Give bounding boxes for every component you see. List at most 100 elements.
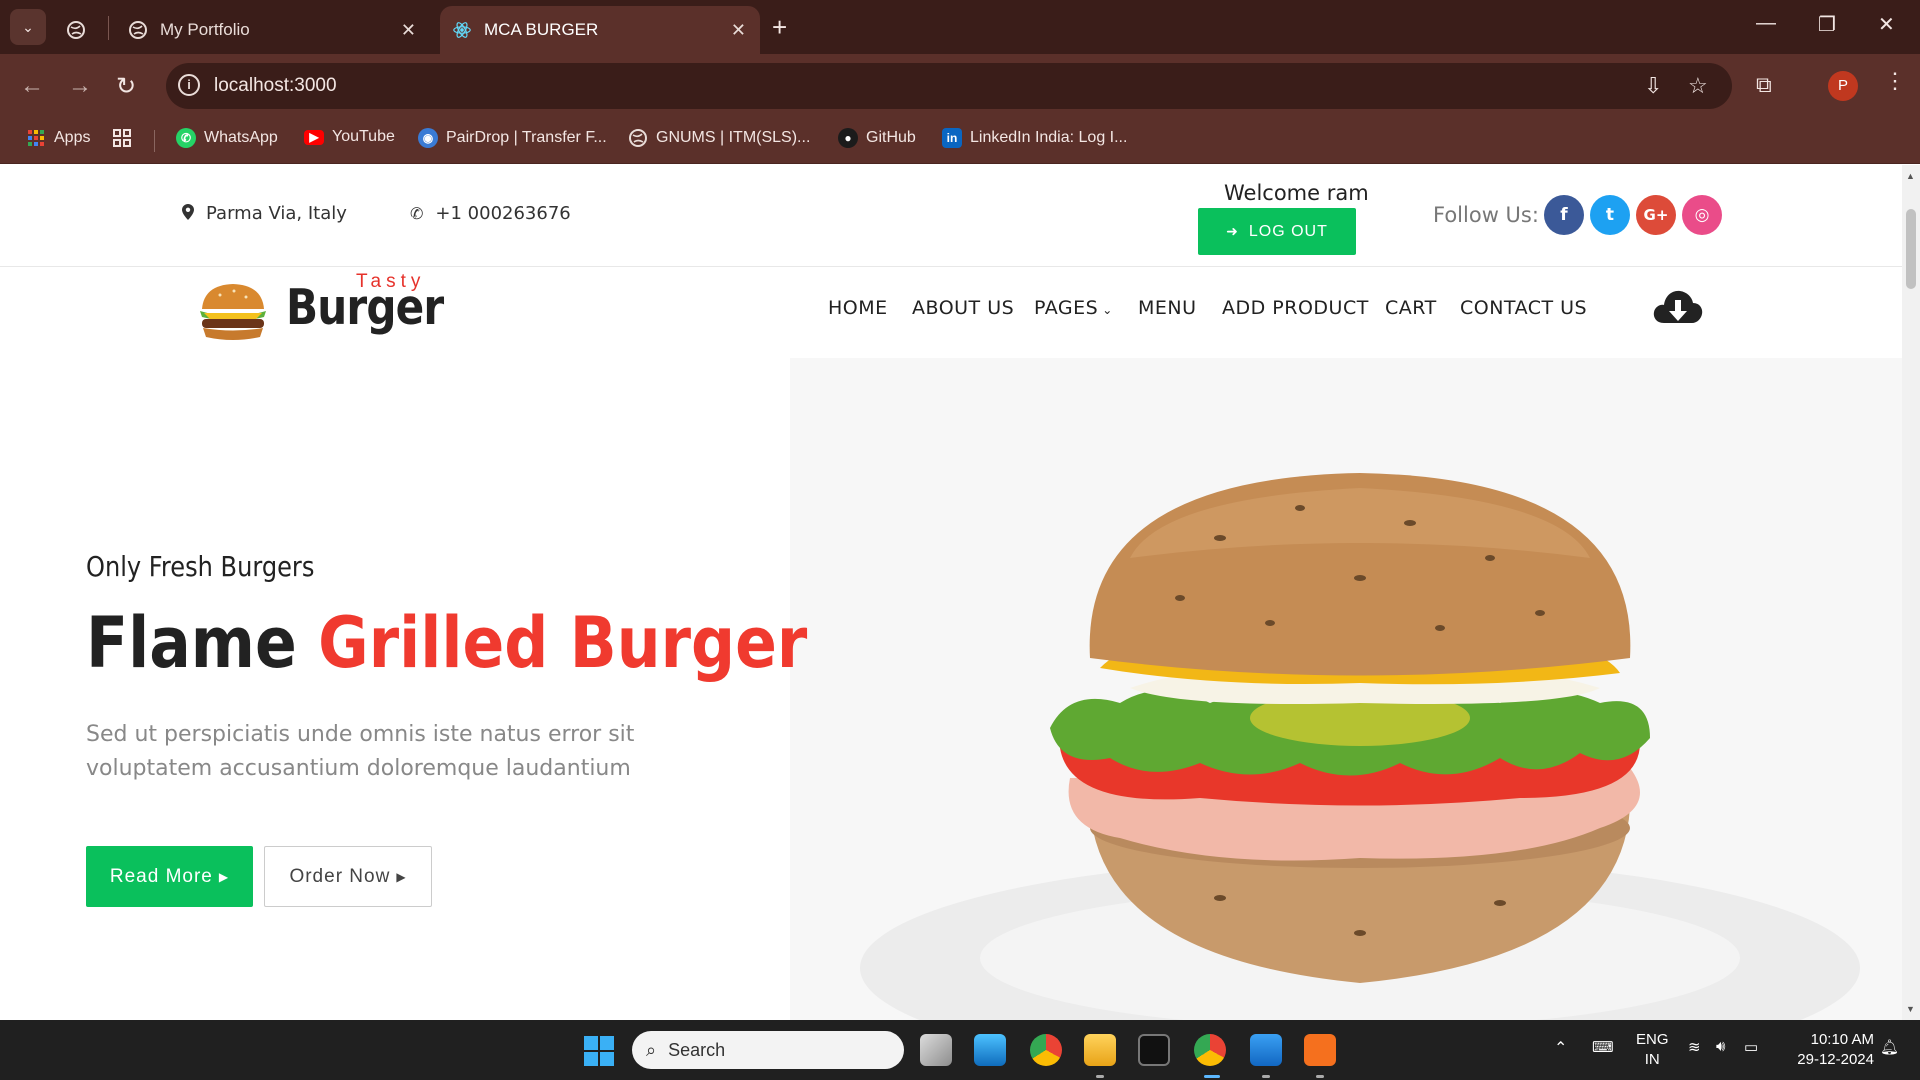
region-code: IN xyxy=(1644,1051,1660,1068)
install-app-icon[interactable]: ⇩ xyxy=(1644,73,1662,99)
forward-arrow-icon[interactable]: → xyxy=(68,72,92,100)
clock-date: 29-12-2024 xyxy=(1797,1051,1874,1068)
taskbar-search[interactable]: ⌕ Search xyxy=(632,1031,904,1069)
order-now-button[interactable]: Order Now ▶ xyxy=(264,846,432,907)
hero-subtitle: Only Fresh Burgers xyxy=(86,550,315,583)
nav-pages[interactable]: PAGES ⌄ xyxy=(1034,297,1113,319)
file-explorer-icon[interactable] xyxy=(1084,1034,1116,1066)
wifi-icon[interactable]: ≋ xyxy=(1688,1038,1701,1056)
bookmark-label: WhatsApp xyxy=(204,129,278,146)
chrome-profile-icon[interactable] xyxy=(1194,1034,1226,1066)
running-indicator xyxy=(1096,1075,1104,1078)
google-plus-icon[interactable]: G+ xyxy=(1636,195,1676,235)
nav-cart[interactable]: CART xyxy=(1385,297,1437,319)
bookmark-pairdrop[interactable]: ◉ PairDrop | Transfer F... xyxy=(418,128,607,148)
main-header: Tasty Burger HOME ABOUT US PAGES ⌄ MENU A… xyxy=(0,267,1902,347)
close-icon[interactable]: ✕ xyxy=(731,20,746,41)
desktop-icon[interactable] xyxy=(974,1034,1006,1066)
windows-start-icon[interactable] xyxy=(584,1036,614,1066)
terminal-icon[interactable] xyxy=(1138,1034,1170,1066)
extensions-icon[interactable]: ⧉ xyxy=(1756,72,1772,98)
reload-icon[interactable]: ↻ xyxy=(116,72,136,101)
tab-groups-icon[interactable] xyxy=(112,128,132,148)
bookmark-github[interactable]: ● GitHub xyxy=(838,128,916,148)
notification-bell-icon[interactable]: 🔔︎ xyxy=(1880,1038,1899,1056)
nav-add-product[interactable]: ADD PRODUCT xyxy=(1222,297,1369,319)
close-icon[interactable]: ✕ xyxy=(401,20,416,41)
language-indicator[interactable]: ENG IN xyxy=(1636,1030,1669,1070)
bookmark-gnums[interactable]: GNUMS | ITM(SLS)... xyxy=(628,128,810,148)
logout-button[interactable]: ➜ LOG OUT xyxy=(1198,208,1356,255)
bookmark-linkedin[interactable]: in LinkedIn India: Log I... xyxy=(942,128,1127,148)
logout-label: LOG OUT xyxy=(1248,222,1328,240)
logo-burger-text[interactable]: Burger xyxy=(286,279,444,336)
bookmark-youtube[interactable]: ▶ YouTube xyxy=(304,128,395,146)
nav-contact-us[interactable]: CONTACT US xyxy=(1460,297,1587,319)
volume-icon[interactable]: 🔊︎ xyxy=(1716,1038,1725,1055)
keyboard-icon[interactable]: ⌨ xyxy=(1592,1038,1614,1056)
globe-icon xyxy=(66,20,86,40)
back-arrow-icon[interactable]: ← xyxy=(20,72,44,100)
bookmark-label: Apps xyxy=(54,129,91,146)
burger-hero-image xyxy=(800,358,1900,1020)
tab-my-portfolio[interactable]: My Portfolio ✕ xyxy=(116,6,430,54)
close-window-button[interactable]: ✕ xyxy=(1878,12,1895,37)
bookmark-label: GitHub xyxy=(866,129,916,146)
dribbble-icon[interactable]: ◎ xyxy=(1682,195,1722,235)
search-icon: ⌕ xyxy=(646,1039,657,1060)
scrollbar-thumb[interactable] xyxy=(1906,209,1916,289)
bookmark-apps[interactable]: Apps xyxy=(26,128,90,148)
tab-pinned[interactable] xyxy=(64,6,100,54)
hero-text-panel xyxy=(0,358,790,1020)
system-clock[interactable]: 10:10 AM 29-12-2024 xyxy=(1778,1030,1874,1070)
clock-time: 10:10 AM xyxy=(1810,1031,1874,1048)
chevron-down-icon: ⌄ xyxy=(1102,303,1113,317)
linkedin-icon: in xyxy=(942,128,962,148)
profile-avatar[interactable]: P xyxy=(1828,71,1858,101)
scroll-down-icon[interactable]: ▼ xyxy=(1906,1004,1915,1014)
bookmark-whatsapp[interactable]: ✆ WhatsApp xyxy=(176,128,278,148)
hero-description: Sed ut perspiciatis unde omnis iste natu… xyxy=(86,722,635,781)
minimize-button[interactable]: — xyxy=(1756,12,1776,35)
bookmark-label: GNUMS | ITM(SLS)... xyxy=(656,129,811,146)
globe-icon xyxy=(628,128,648,148)
windows-taskbar: ⌕ Search ⌃ ⌨ ENG IN ≋ 🔊︎ ▭ 10:10 AM 29-1… xyxy=(0,1020,1920,1080)
running-indicator xyxy=(1262,1075,1270,1078)
scroll-up-icon[interactable]: ▲ xyxy=(1906,171,1915,181)
close-icon: ✕ xyxy=(1878,14,1895,36)
kebab-menu-icon[interactable]: ⋮ xyxy=(1884,68,1906,94)
battery-icon[interactable]: ▭ xyxy=(1744,1038,1758,1056)
tab-separator xyxy=(108,16,109,40)
xampp-icon[interactable] xyxy=(1304,1034,1336,1066)
task-view-icon[interactable] xyxy=(920,1034,952,1066)
star-icon[interactable]: ☆ xyxy=(1688,73,1708,99)
twitter-icon[interactable]: t xyxy=(1590,195,1630,235)
vscode-icon[interactable] xyxy=(1250,1034,1282,1066)
cloud-download-icon[interactable] xyxy=(1652,287,1704,327)
welcome-message: Welcome ram xyxy=(1224,181,1369,205)
nav-menu[interactable]: MENU xyxy=(1138,297,1197,319)
location-info: Parma Via, Italy xyxy=(182,203,347,224)
github-icon: ● xyxy=(838,128,858,148)
read-more-button[interactable]: Read More ▶ xyxy=(86,846,253,907)
bookmark-label: LinkedIn India: Log I... xyxy=(970,129,1128,146)
chevron-up-icon[interactable]: ⌃ xyxy=(1554,1038,1567,1058)
tab-mca-burger[interactable]: MCA BURGER ✕ xyxy=(440,6,760,54)
site-info-icon[interactable]: i xyxy=(178,74,200,96)
nav-home[interactable]: HOME xyxy=(828,297,888,319)
page-scrollbar[interactable]: ▲ ▼ xyxy=(1902,165,1920,1020)
tab-search-button[interactable]: ⌄ xyxy=(10,9,46,45)
facebook-icon[interactable]: f xyxy=(1544,195,1584,235)
restore-button[interactable]: ❐ xyxy=(1818,12,1836,37)
map-pin-icon xyxy=(182,203,194,224)
address-bar[interactable]: i localhost:3000 ⇩ ☆ xyxy=(166,63,1732,109)
chrome-icon[interactable] xyxy=(1030,1034,1062,1066)
caret-right-icon: ▶ xyxy=(396,869,407,884)
burger-logo-icon[interactable] xyxy=(196,281,270,343)
read-more-label: Read More xyxy=(109,865,213,887)
follow-us-label: Follow Us: xyxy=(1433,203,1539,227)
nav-about-us[interactable]: ABOUT US xyxy=(912,297,1014,319)
url-text[interactable]: localhost:3000 xyxy=(214,75,337,97)
new-tab-button[interactable]: + xyxy=(772,12,787,42)
apps-grid-icon xyxy=(26,128,46,148)
